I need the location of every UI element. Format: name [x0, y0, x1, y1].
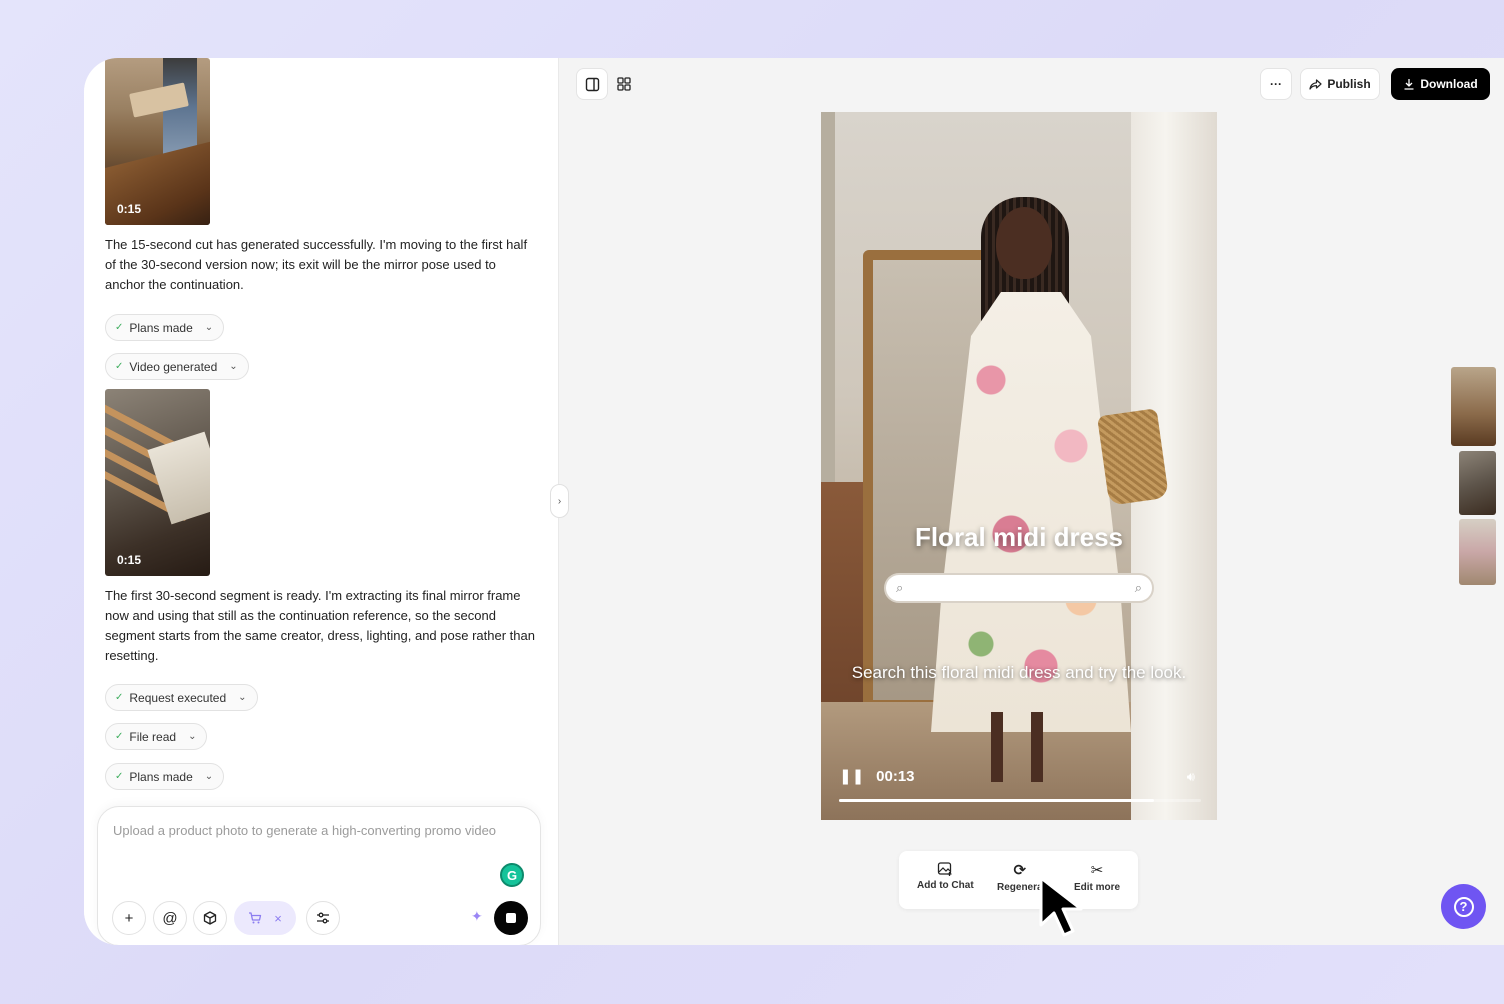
- thumbnail-duration: 0:15: [117, 553, 142, 567]
- grid-view-button[interactable]: [608, 68, 640, 100]
- video-face: [996, 207, 1052, 279]
- more-options-button[interactable]: ···: [1260, 68, 1292, 100]
- status-pill-file-read[interactable]: ✓ File read ⌄: [105, 723, 208, 750]
- timeline-thumbnail-2[interactable]: [1459, 451, 1496, 515]
- plus-icon: +: [124, 909, 134, 927]
- panel-collapse-toggle[interactable]: ›: [550, 484, 569, 518]
- sliders-icon: [317, 912, 329, 924]
- add-to-chat-button[interactable]: Add to Chat: [917, 861, 974, 891]
- video-thumbnail-2[interactable]: 0:15: [105, 389, 210, 576]
- video-action-bar: Add to Chat ⟳ Regenera ✂︎ Edit more: [899, 851, 1138, 909]
- shopping-mode-pill[interactable]: ×: [234, 901, 296, 935]
- check-icon: ✓: [115, 322, 124, 333]
- video-progress-fill: [839, 799, 1154, 802]
- model-button[interactable]: [193, 901, 227, 935]
- thumbnail-duration: 0:15: [117, 202, 142, 216]
- status-pill-request-executed[interactable]: ✓ Request executed ⌄: [105, 684, 258, 711]
- chat-composer[interactable]: Upload a product photo to generate a hig…: [97, 806, 541, 945]
- mouse-cursor-icon: [1039, 876, 1083, 937]
- composer-placeholder[interactable]: Upload a product photo to generate a hig…: [113, 823, 496, 838]
- video-thumbnail-1[interactable]: 0:15: [105, 58, 210, 225]
- check-icon: ✓: [115, 361, 124, 372]
- pill-label: Plans made: [129, 320, 193, 335]
- pill-label: Request executed: [129, 690, 227, 705]
- help-icon: ?: [1453, 896, 1474, 917]
- settings-button[interactable]: [306, 901, 340, 935]
- pill-label: Video generated: [129, 359, 218, 374]
- panel-toggle-button[interactable]: [576, 68, 608, 100]
- mention-button[interactable]: @: [153, 901, 187, 935]
- pill-label: Plans made: [129, 769, 193, 784]
- status-pill-plans-made-2[interactable]: ✓ Plans made ⌄: [105, 763, 225, 790]
- video-progress-bar[interactable]: [839, 799, 1201, 802]
- status-pill-video-generated[interactable]: ✓ Video generated ⌄: [105, 353, 249, 380]
- search-icon: ⌕: [1134, 580, 1142, 595]
- video-bag: [1097, 408, 1169, 506]
- refresh-icon: ⟳: [1013, 862, 1027, 879]
- chevron-down-icon: ⌄: [229, 361, 238, 372]
- add-attachment-button[interactable]: +: [112, 901, 146, 935]
- video-caption-overlay: Search this floral midi dress and try th…: [851, 663, 1187, 682]
- regenerate-label: Regenera: [997, 882, 1043, 893]
- video-time: 00:13: [876, 767, 915, 785]
- check-icon: ✓: [115, 692, 124, 703]
- share-icon: [1309, 78, 1322, 90]
- close-icon[interactable]: ×: [274, 911, 282, 926]
- grammarly-icon[interactable]: G: [500, 863, 524, 887]
- video-search-overlay: ⌕ ⌕: [884, 573, 1154, 603]
- video-controls: ❚❚ 00:13: [839, 767, 915, 786]
- help-button[interactable]: ?: [1441, 884, 1486, 929]
- sparkle-icon[interactable]: ✦: [471, 908, 483, 925]
- assistant-message: The first 30-second segment is ready. I'…: [105, 588, 535, 663]
- image-add-icon: [938, 862, 952, 876]
- app-frame: 0:15 The 15-second cut has generated suc…: [84, 58, 1504, 945]
- publish-label: Publish: [1327, 77, 1371, 91]
- check-icon: ✓: [115, 771, 124, 782]
- video-title-overlay: Floral midi dress: [914, 522, 1124, 552]
- video-player[interactable]: Floral midi dress ⌕ ⌕ Search this floral…: [821, 112, 1217, 820]
- status-pill-plans-made[interactable]: ✓ Plans made ⌄: [105, 314, 225, 341]
- grid-icon: [617, 77, 631, 91]
- regenerate-button[interactable]: ⟳ Regenera: [997, 861, 1043, 893]
- search-icon: ⌕: [896, 580, 904, 595]
- assistant-message: The 15-second cut has generated successf…: [105, 237, 528, 292]
- cube-icon: [203, 911, 217, 925]
- timeline-thumbnail-1[interactable]: [1451, 367, 1496, 446]
- chevron-down-icon: ⌄: [204, 322, 214, 333]
- video-legs: [979, 712, 1059, 782]
- download-icon: [1404, 79, 1414, 90]
- pause-button[interactable]: ❚❚: [839, 767, 864, 785]
- chevron-down-icon: ⌄: [204, 771, 214, 782]
- chat-panel: 0:15 The 15-second cut has generated suc…: [84, 58, 559, 945]
- chevron-down-icon: ⌄: [238, 692, 247, 703]
- download-label: Download: [1420, 77, 1478, 91]
- chevron-right-icon: ›: [557, 495, 562, 507]
- thumbnail-box: [147, 431, 210, 525]
- add-to-chat-label: Add to Chat: [917, 880, 974, 891]
- cart-icon: [249, 912, 262, 924]
- stop-generation-button[interactable]: [494, 901, 528, 935]
- stop-icon: [506, 913, 516, 923]
- timeline-thumbnail-3[interactable]: [1459, 519, 1496, 585]
- download-button[interactable]: Download: [1391, 68, 1490, 100]
- at-icon: @: [162, 909, 178, 927]
- publish-button[interactable]: Publish: [1300, 68, 1380, 100]
- volume-icon[interactable]: 🔊︎: [1187, 769, 1195, 785]
- pill-label: File read: [129, 729, 177, 744]
- check-icon: ✓: [115, 731, 124, 742]
- more-icon: ···: [1270, 77, 1282, 91]
- chevron-down-icon: ⌄: [188, 731, 197, 742]
- panel-right-icon: [585, 77, 599, 91]
